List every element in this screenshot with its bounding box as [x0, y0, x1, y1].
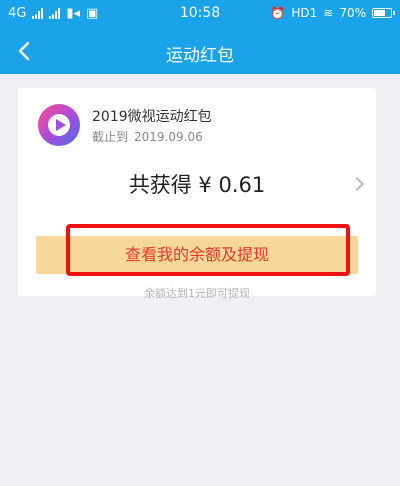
battery-percent: 70%	[339, 6, 366, 20]
status-right: ⏰ HD1 ≋ 70%	[270, 6, 395, 20]
nav-bar: 运动红包	[0, 28, 400, 74]
app-name: 2019微视运动红包	[92, 109, 212, 125]
total-earned: 共获得 ¥ 0.61	[128, 173, 266, 197]
red-packet-card: 2019微视运动红包 截止到 2019.09.06 共获得 ¥ 0.61 查看我的…	[18, 88, 376, 300]
carrier-label: HD1	[291, 6, 318, 20]
withdraw-hint: 余额达到1元即可提现	[144, 287, 250, 300]
deadline-label: 截止到	[92, 130, 129, 144]
wifi-icon: ≋	[323, 6, 334, 20]
alarm-icon: ⏰	[270, 6, 286, 20]
status-bar: 4G ▮◂ ▣ 10:58 ⏰ HD1 ≋ 70%	[0, 0, 400, 28]
deadline: 截止到 2019.09.06	[92, 128, 209, 145]
view-balance-withdraw-button[interactable]: 查看我的余额及提现	[36, 236, 358, 274]
weishi-logo-icon	[38, 104, 80, 146]
battery-icon	[372, 8, 395, 18]
deadline-date: 2019.09.06	[134, 130, 203, 144]
page-title: 运动红包	[166, 46, 234, 66]
battery-fill	[374, 10, 385, 16]
total-earned-row[interactable]: 共获得 ¥ 0.61	[18, 168, 376, 202]
